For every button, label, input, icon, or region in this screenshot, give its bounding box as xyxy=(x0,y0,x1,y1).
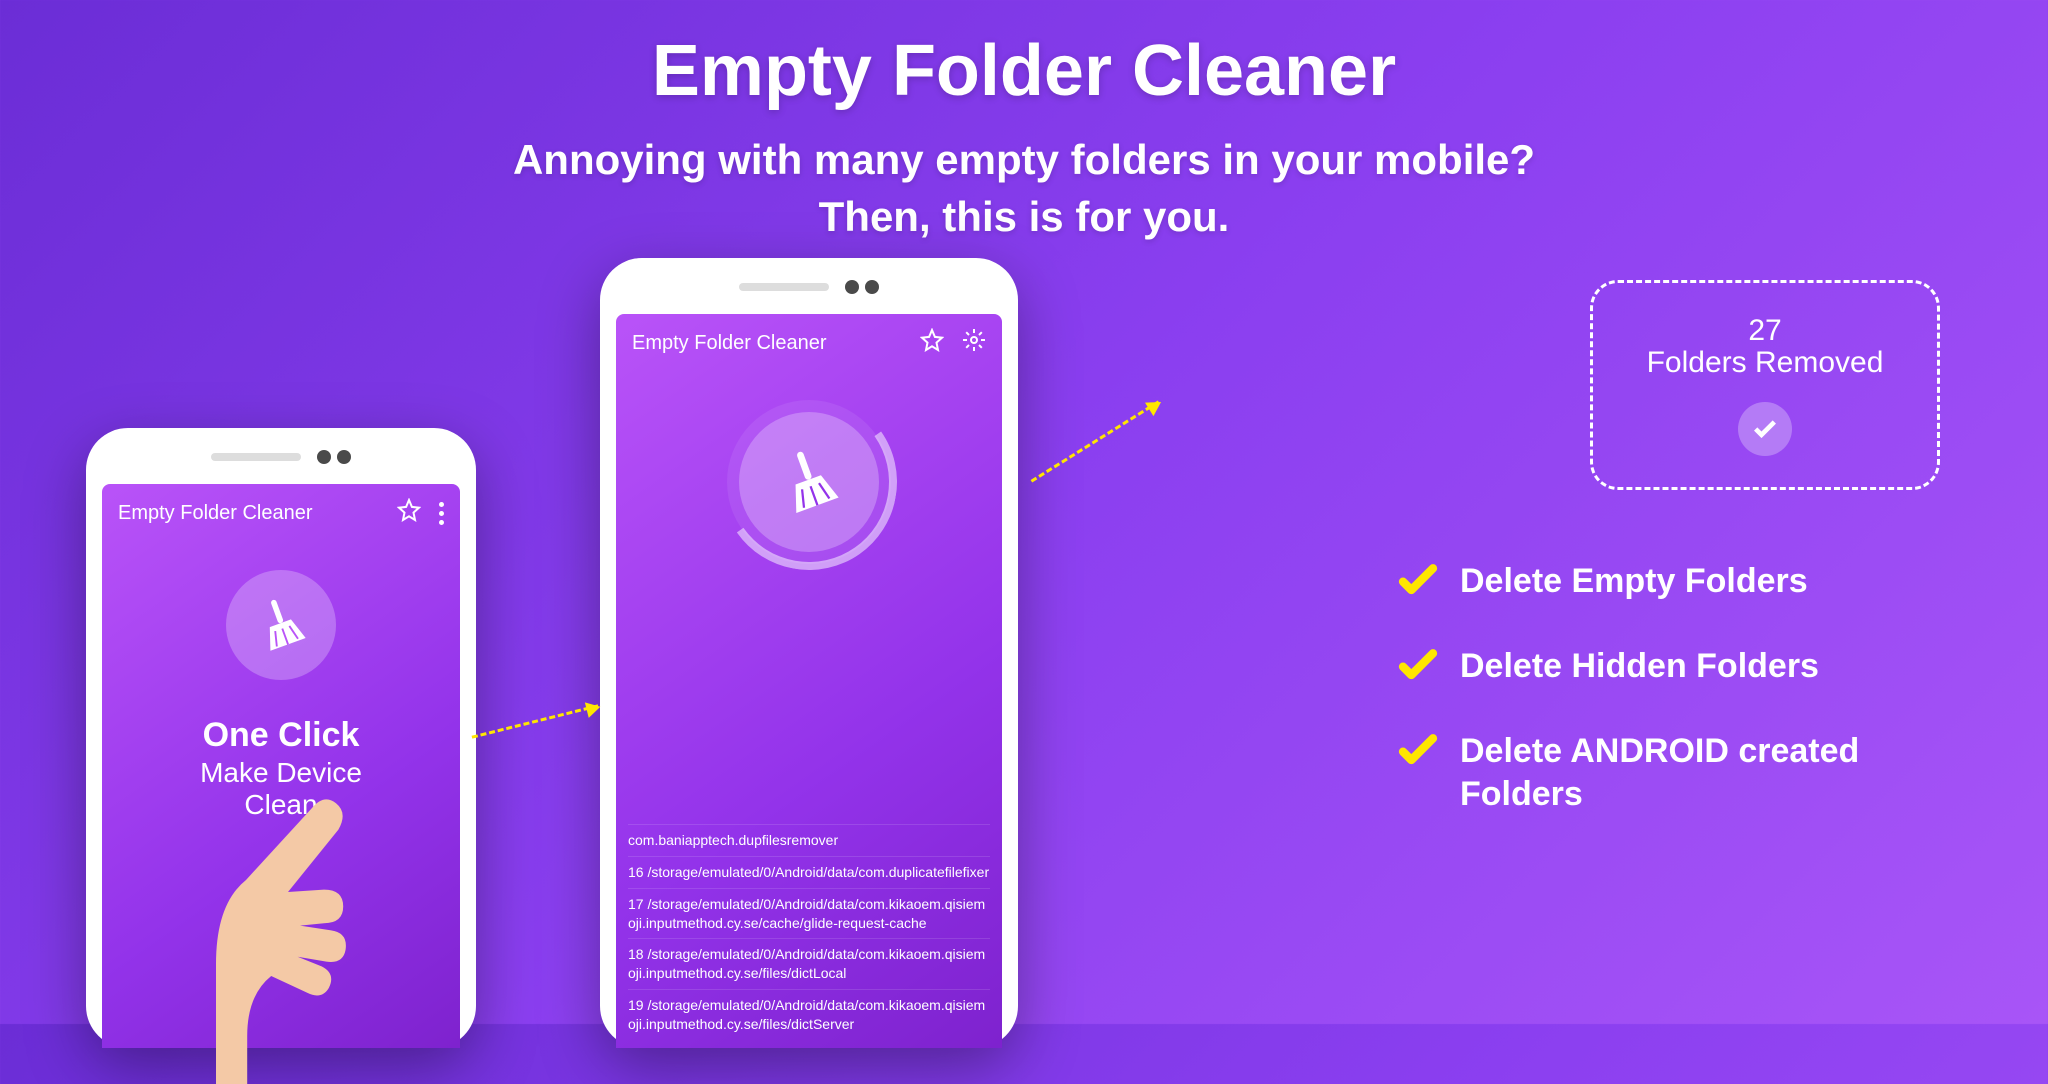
list-item: com.baniapptech.dupfilesremover xyxy=(628,824,990,856)
arrow-icon xyxy=(1031,400,1160,482)
hero-title: Empty Folder Cleaner xyxy=(0,0,2048,112)
gear-icon[interactable] xyxy=(962,328,986,358)
list-item: 16 /storage/emulated/0/Android/data/com.… xyxy=(628,856,990,888)
phone-mock-left: Empty Folder Cleaner One Click Make Devi… xyxy=(86,428,476,1048)
feature-item: Delete ANDROID created Folders xyxy=(1398,730,1958,815)
result-callout: 27 Folders Removed xyxy=(1590,280,1940,490)
result-count: 27 xyxy=(1748,314,1781,348)
more-icon[interactable] xyxy=(439,502,444,525)
scan-log: com.baniapptech.dupfilesremover 16 /stor… xyxy=(616,824,1002,1048)
feature-item: Delete Empty Folders xyxy=(1398,560,1958,605)
list-item: 18 /storage/emulated/0/Android/data/com.… xyxy=(628,938,990,989)
hero-subtitle-line1: Annoying with many empty folders in your… xyxy=(0,132,2048,189)
arrow-icon xyxy=(472,704,599,738)
star-icon[interactable] xyxy=(920,328,944,358)
star-icon[interactable] xyxy=(397,498,421,528)
phone-mock-center: Empty Folder Cleaner c xyxy=(600,258,1018,1048)
checkmark-icon xyxy=(1398,560,1438,605)
feature-item: Delete Hidden Folders xyxy=(1398,645,1958,690)
appbar-title: Empty Folder Cleaner xyxy=(632,332,827,355)
clean-button[interactable] xyxy=(226,570,336,680)
hero-subtitle-line2: Then, this is for you. xyxy=(0,189,2048,246)
hero-subtitle: Annoying with many empty folders in your… xyxy=(0,132,2048,245)
list-item: 17 /storage/emulated/0/Android/data/com.… xyxy=(628,888,990,939)
cleaning-progress xyxy=(739,412,879,552)
checkmark-icon xyxy=(1398,645,1438,690)
appbar-center: Empty Folder Cleaner xyxy=(616,314,1002,372)
appbar-left: Empty Folder Cleaner xyxy=(102,484,460,542)
list-item: 19 /storage/emulated/0/Android/data/com.… xyxy=(628,989,990,1040)
feature-list: Delete Empty Folders Delete Hidden Folde… xyxy=(1398,560,1958,855)
check-icon xyxy=(1738,402,1792,456)
checkmark-icon xyxy=(1398,730,1438,775)
one-click-caption: One Click Make Device Clean xyxy=(102,716,460,821)
result-label: Folders Removed xyxy=(1647,346,1884,380)
appbar-title: Empty Folder Cleaner xyxy=(118,502,313,525)
